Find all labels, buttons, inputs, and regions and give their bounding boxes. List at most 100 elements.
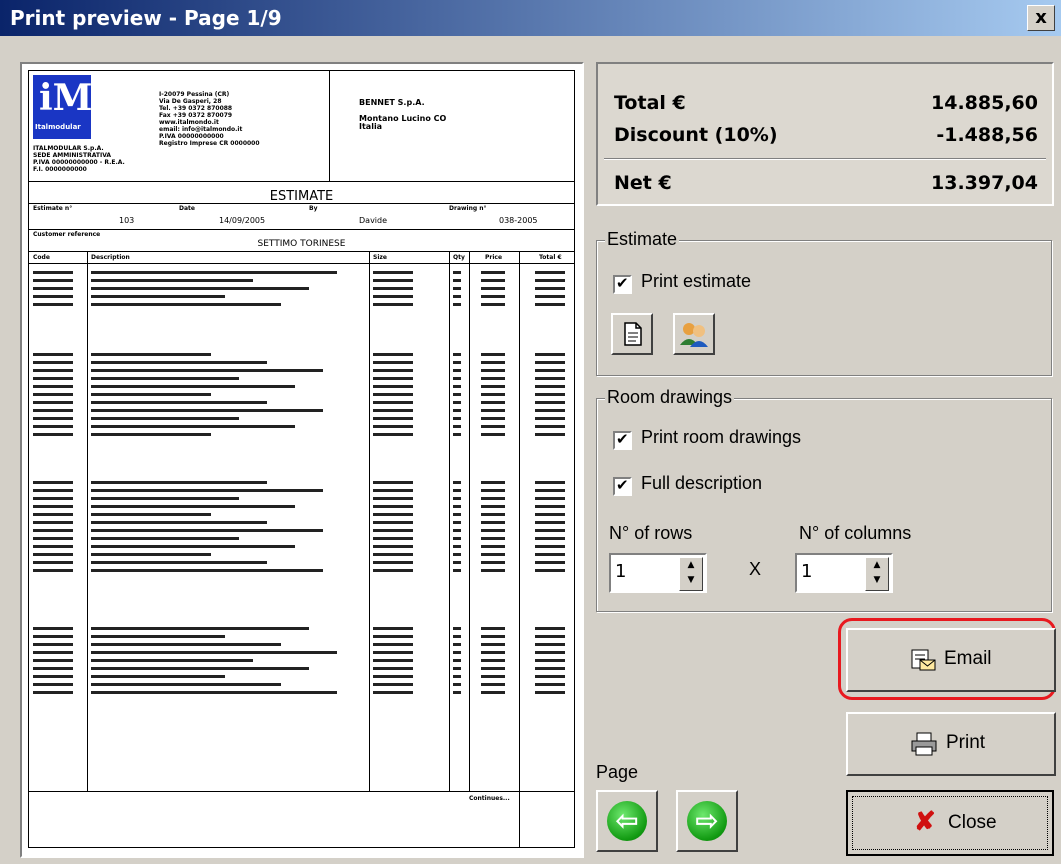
full-description-checkbox[interactable] (613, 476, 632, 496)
room-drawings-legend: Room drawings (605, 387, 735, 408)
illegible-text (453, 545, 461, 548)
company-line: Via De Gasperi, 28 (159, 98, 222, 105)
users-icon (680, 323, 708, 347)
illegible-text (453, 643, 461, 646)
illegible-text (453, 497, 461, 500)
illegible-text (481, 497, 505, 500)
illegible-text (91, 295, 225, 298)
illegible-text (373, 295, 413, 298)
illegible-text (33, 295, 73, 298)
illegible-text (33, 369, 73, 372)
illegible-text (91, 425, 295, 428)
total-value: 14.885,60 (931, 92, 1038, 114)
illegible-text (91, 271, 337, 274)
illegible-text (481, 377, 505, 380)
line-item-row (29, 665, 574, 672)
illegible-text (535, 417, 565, 420)
illegible-text (453, 271, 461, 274)
illegible-text (535, 497, 565, 500)
arrow-right-icon: ⇨ (687, 801, 727, 841)
columns-spinner[interactable]: 1 ▲ ▼ (795, 553, 893, 593)
next-page-button[interactable]: ⇨ (676, 790, 738, 852)
illegible-text (91, 529, 323, 532)
previous-page-button[interactable]: ⇦ (596, 790, 658, 852)
illegible-text (91, 545, 295, 548)
spinner-arrows-icon[interactable]: ▲ ▼ (865, 557, 889, 591)
illegible-text (33, 489, 73, 492)
close-button[interactable]: ✘ Close (846, 790, 1054, 856)
illegible-text (535, 489, 565, 492)
print-button[interactable]: Print (846, 712, 1056, 776)
illegible-text (535, 353, 565, 356)
arrow-left-icon: ⇦ (607, 801, 647, 841)
illegible-text (33, 505, 73, 508)
illegible-text (481, 675, 505, 678)
illegible-text (453, 353, 461, 356)
illegible-text (91, 505, 295, 508)
customer-line: Montano Lucino CO (359, 114, 447, 123)
close-window-button[interactable]: x (1027, 5, 1055, 31)
header-field-label: Drawing n° (449, 205, 487, 212)
total-label: Total € (614, 92, 686, 114)
print-estimate-checkbox[interactable] (613, 274, 632, 294)
illegible-text (481, 521, 505, 524)
line-item-row (29, 503, 574, 510)
print-room-drawings-label[interactable]: Print room drawings (641, 427, 801, 448)
illegible-text (91, 667, 309, 670)
illegible-text (481, 569, 505, 572)
document-title: ESTIMATE (269, 189, 334, 204)
illegible-text (481, 401, 505, 404)
illegible-text (481, 635, 505, 638)
illegible-text (33, 691, 73, 694)
illegible-text (91, 385, 295, 388)
illegible-text (373, 569, 413, 572)
illegible-text (481, 385, 505, 388)
print-room-drawings-checkbox[interactable] (613, 430, 632, 450)
illegible-text (453, 361, 461, 364)
section-title: SETTIMO TORINESE (257, 239, 346, 249)
illegible-text (33, 377, 73, 380)
email-button[interactable]: Email (846, 628, 1056, 692)
header-field-label: Estimate n° (33, 205, 73, 212)
illegible-text (481, 553, 505, 556)
rows-spinner[interactable]: 1 ▲ ▼ (609, 553, 707, 593)
illegible-text (535, 409, 565, 412)
line-item-row (29, 391, 574, 398)
printer-icon (911, 732, 937, 756)
illegible-text (453, 489, 461, 492)
company-line: P.IVA 00000000000 (159, 133, 224, 140)
spinner-arrows-icon[interactable]: ▲ ▼ (679, 557, 703, 591)
illegible-text (535, 295, 565, 298)
illegible-text (373, 393, 413, 396)
illegible-text (91, 683, 281, 686)
line-item-row (29, 383, 574, 390)
illegible-text (453, 561, 461, 564)
illegible-text (33, 521, 73, 524)
line-item-row (29, 551, 574, 558)
line-item-row (29, 633, 574, 640)
discount-value: -1.488,56 (936, 124, 1038, 146)
illegible-text (373, 287, 413, 290)
illegible-text (373, 635, 413, 638)
illegible-text (453, 529, 461, 532)
estimate-document-button[interactable] (611, 313, 653, 355)
illegible-text (91, 561, 267, 564)
company-line: I-20079 Pessina (CR) (159, 91, 230, 98)
estimate-group-legend: Estimate (605, 229, 680, 250)
illegible-text (373, 691, 413, 694)
illegible-text (481, 513, 505, 516)
illegible-text (373, 425, 413, 428)
line-item-row (29, 657, 574, 664)
estimate-customers-button[interactable] (673, 313, 715, 355)
document-icon (624, 322, 642, 346)
illegible-text (373, 489, 413, 492)
line-item-row (29, 625, 574, 632)
legal-line: ITALMODULAR S.p.A. (33, 145, 104, 152)
illegible-text (33, 409, 73, 412)
print-estimate-label[interactable]: Print estimate (641, 271, 751, 292)
company-line: Registro Imprese CR 0000000 (159, 140, 260, 147)
illegible-text (481, 271, 505, 274)
full-description-label[interactable]: Full description (641, 473, 762, 494)
email-icon (911, 649, 936, 671)
line-item-row (29, 415, 574, 422)
